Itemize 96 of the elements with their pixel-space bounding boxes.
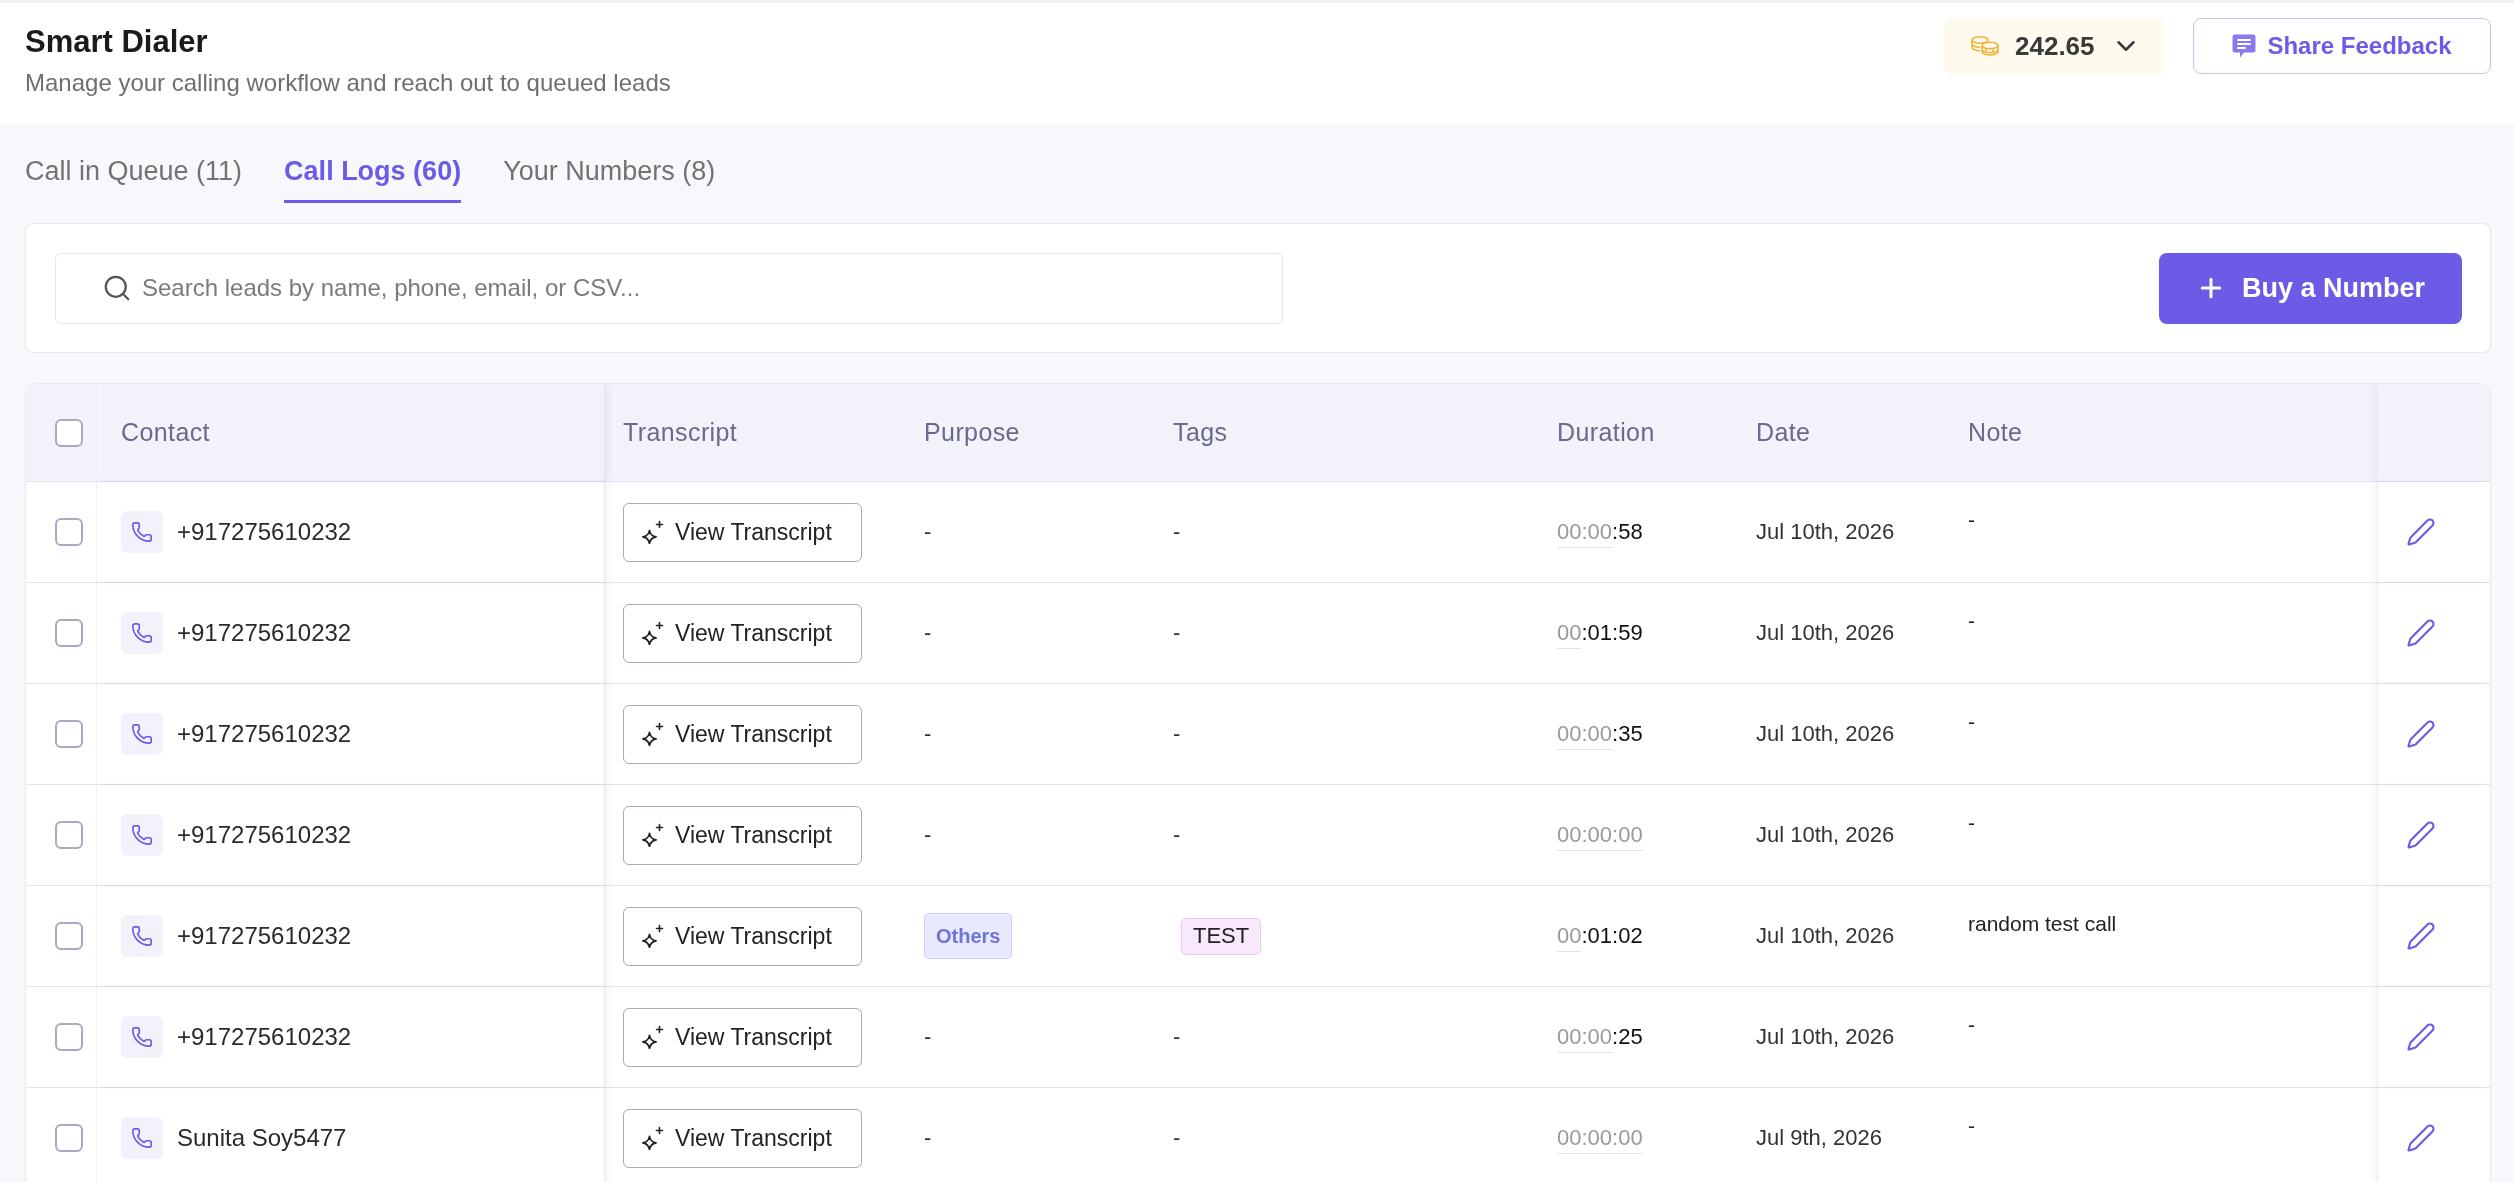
date-text: Jul 10th, 2026 bbox=[1756, 923, 1895, 949]
purpose-value: - bbox=[924, 620, 932, 646]
tags-value: - bbox=[1173, 519, 1181, 545]
column-header: Duration bbox=[1557, 418, 1655, 447]
phone-icon bbox=[121, 1117, 163, 1159]
phone-icon bbox=[121, 511, 163, 553]
date-text: Jul 9th, 2026 bbox=[1756, 1125, 1882, 1151]
date-text: Jul 10th, 2026 bbox=[1756, 620, 1895, 646]
phone-icon bbox=[121, 1016, 163, 1058]
date-text: Jul 10th, 2026 bbox=[1756, 721, 1895, 747]
purpose-value: - bbox=[924, 1024, 932, 1050]
pencil-icon[interactable] bbox=[2406, 1123, 2436, 1153]
pencil-icon[interactable] bbox=[2406, 517, 2436, 547]
page-title: Smart Dialer bbox=[25, 24, 209, 60]
phone-icon bbox=[121, 814, 163, 856]
row-checkbox[interactable] bbox=[55, 1124, 83, 1152]
note-text: - bbox=[1968, 1114, 1975, 1138]
column-header: Purpose bbox=[924, 418, 1020, 447]
purpose-value: - bbox=[924, 1125, 932, 1151]
duration-text: 00:01:02 bbox=[1557, 923, 1643, 949]
tags-value: - bbox=[1173, 1024, 1181, 1050]
purpose-value: - bbox=[924, 822, 932, 848]
view-transcript-button[interactable]: View Transcript bbox=[623, 704, 862, 764]
note-text: random test call bbox=[1968, 912, 2117, 936]
column-header: Date bbox=[1756, 418, 1811, 447]
sparkle-icon bbox=[641, 722, 665, 746]
phone-icon bbox=[121, 915, 163, 957]
contact-text: +917275610232 bbox=[177, 619, 352, 647]
contact-text: +917275610232 bbox=[177, 518, 352, 546]
row-checkbox[interactable] bbox=[55, 619, 83, 647]
duration-text: 00:00:25 bbox=[1557, 1024, 1643, 1050]
row-checkbox[interactable] bbox=[55, 1023, 83, 1051]
note-text: - bbox=[1968, 508, 1975, 532]
page-subtitle: Manage your calling workflow and reach out to queued leads bbox=[25, 68, 671, 98]
sparkle-icon bbox=[641, 1126, 665, 1150]
column-header: Contact bbox=[121, 418, 210, 447]
row-checkbox[interactable] bbox=[55, 518, 83, 546]
tab[interactable]: Call in Queue (11) bbox=[25, 153, 243, 203]
view-transcript-button[interactable]: View Transcript bbox=[623, 502, 862, 562]
tags-value: - bbox=[1173, 721, 1181, 747]
view-transcript-button[interactable]: View Transcript bbox=[623, 805, 862, 865]
tags-value: - bbox=[1173, 620, 1181, 646]
duration-text: 00:00:00 bbox=[1557, 1125, 1643, 1151]
duration-text: 00:00:00 bbox=[1557, 822, 1643, 848]
contact-text: +917275610232 bbox=[177, 720, 352, 748]
tab[interactable]: Your Numbers (8) bbox=[503, 153, 716, 203]
sparkle-icon bbox=[641, 924, 665, 948]
pencil-icon[interactable] bbox=[2406, 719, 2436, 749]
purpose-value: - bbox=[924, 519, 932, 545]
tab[interactable]: Call Logs (60) bbox=[284, 153, 462, 203]
pencil-icon[interactable] bbox=[2406, 820, 2436, 850]
search-field[interactable]: Search leads by name, phone, email, or CSV... bbox=[55, 252, 1283, 324]
phone-icon bbox=[121, 713, 163, 755]
row-checkbox[interactable] bbox=[55, 922, 83, 950]
sparkle-icon bbox=[641, 520, 665, 544]
duration-text: 00:00:35 bbox=[1557, 721, 1643, 747]
column-header: Transcript bbox=[623, 418, 738, 447]
note-text: - bbox=[1968, 609, 1975, 633]
contact-text: Sunita Soy5477 bbox=[177, 1124, 347, 1152]
tag-badge: TEST bbox=[1181, 917, 1262, 955]
select-all-checkbox[interactable] bbox=[55, 418, 83, 447]
balance-selector[interactable]: 242.65 bbox=[1944, 18, 2164, 74]
view-transcript-button[interactable]: View Transcript bbox=[623, 906, 862, 966]
contact-text: +917275610232 bbox=[177, 821, 352, 849]
pencil-icon[interactable] bbox=[2406, 1022, 2436, 1052]
column-header: Note bbox=[1968, 418, 2023, 447]
note-text: - bbox=[1968, 1013, 1975, 1037]
date-text: Jul 10th, 2026 bbox=[1756, 1024, 1895, 1050]
tags-value: - bbox=[1173, 1125, 1181, 1151]
date-text: Jul 10th, 2026 bbox=[1756, 519, 1895, 545]
sparkle-icon bbox=[641, 1025, 665, 1049]
contact-text: +917275610232 bbox=[177, 1023, 352, 1051]
duration-text: 00:00:58 bbox=[1557, 519, 1643, 545]
sparkle-icon bbox=[641, 621, 665, 645]
buy-number-button[interactable]: Buy a Number bbox=[2159, 252, 2462, 324]
view-transcript-button[interactable]: View Transcript bbox=[623, 1108, 862, 1168]
note-text: - bbox=[1968, 811, 1975, 835]
date-text: Jul 10th, 2026 bbox=[1756, 822, 1895, 848]
row-checkbox[interactable] bbox=[55, 821, 83, 849]
tags-value: - bbox=[1173, 822, 1181, 848]
row-checkbox[interactable] bbox=[55, 720, 83, 748]
share-feedback-button[interactable]: Share Feedback bbox=[2193, 18, 2491, 74]
coins-icon bbox=[1971, 36, 1999, 56]
view-transcript-button[interactable]: View Transcript bbox=[623, 603, 862, 663]
purpose-badge: Others bbox=[924, 913, 1013, 959]
note-text: - bbox=[1968, 710, 1975, 734]
message-icon bbox=[2232, 34, 2257, 58]
phone-icon bbox=[121, 612, 163, 654]
duration-text: 00:01:59 bbox=[1557, 620, 1643, 646]
purpose-value: - bbox=[924, 721, 932, 747]
column-header: Tags bbox=[1173, 418, 1228, 447]
sparkle-icon bbox=[641, 823, 665, 847]
view-transcript-button[interactable]: View Transcript bbox=[623, 1007, 862, 1067]
pencil-icon[interactable] bbox=[2406, 921, 2436, 951]
pencil-icon[interactable] bbox=[2406, 618, 2436, 648]
contact-text: +917275610232 bbox=[177, 922, 352, 950]
